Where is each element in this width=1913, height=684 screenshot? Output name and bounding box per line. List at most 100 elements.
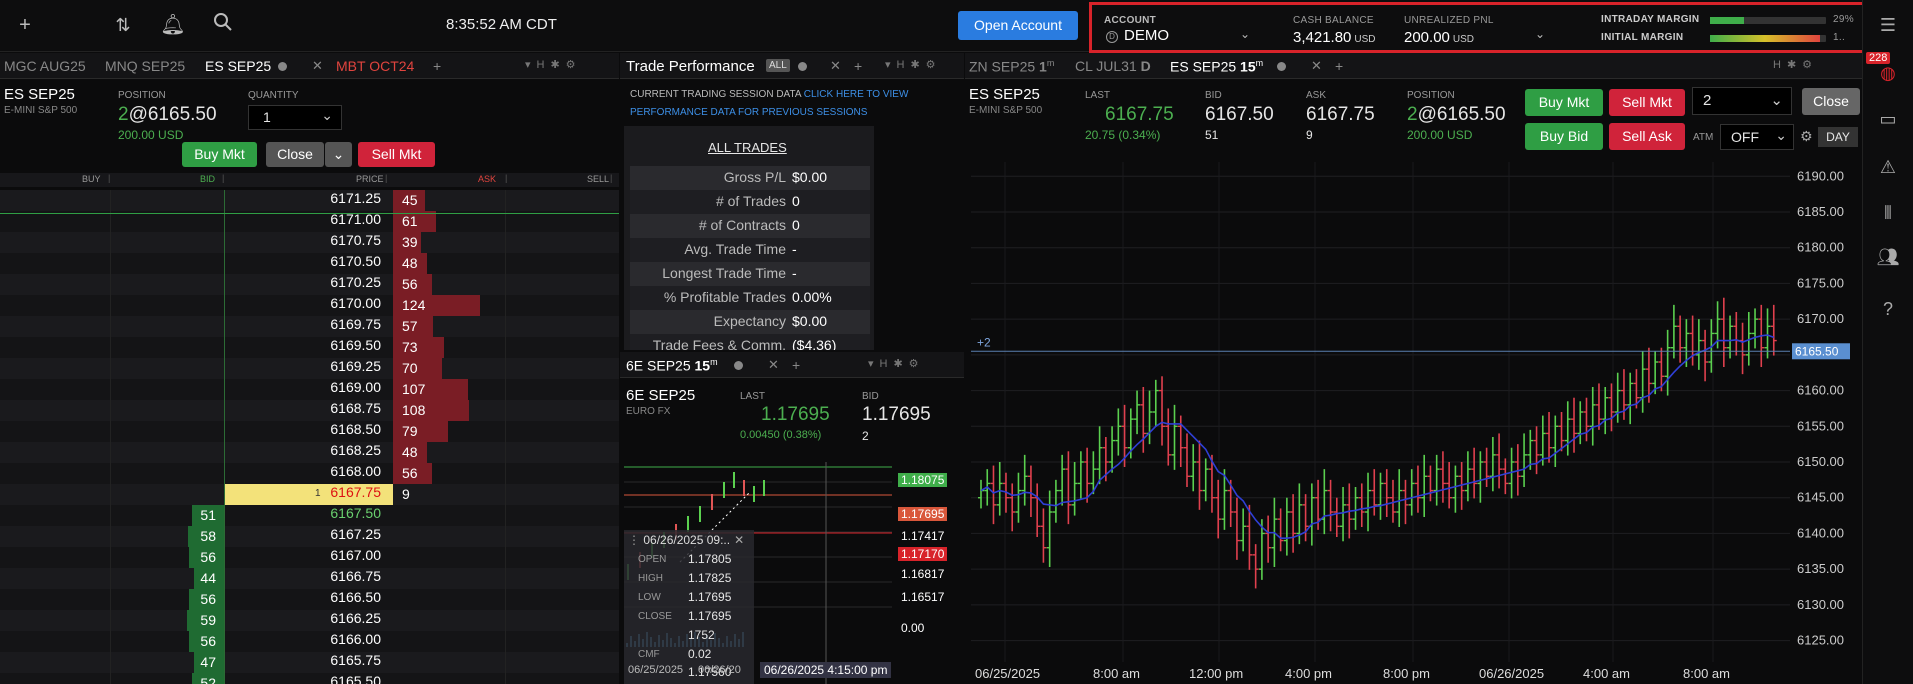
bid-size-cell: 59 [187,610,224,631]
bid-size-cell: 51 [192,505,224,526]
ask-size-cell: 73 [393,337,445,358]
ladder-row[interactable]: 56 6167.00 [0,547,619,568]
atm-select[interactable]: OFF ⌄ [1720,124,1794,150]
stat-label: Longest Trade Time [662,265,786,281]
ladder-price: 6170.75 [330,232,381,248]
stat-row: Trade Fees & Comm. ($4.36) [630,334,870,350]
ladder-row[interactable]: 1 9 6167.75 [0,484,619,505]
price-tag: 1.16817 [901,567,945,581]
ladder-price: 6167.50 [330,505,381,521]
price-ladder[interactable]: 45 6171.25 61 6171.00 39 6170.75 48 6170.50 56 61… [0,190,619,684]
ladder-row[interactable]: 61 6171.00 [0,211,619,232]
buy-mkt-button[interactable]: Buy Mkt [1525,89,1603,116]
sell-mkt-button[interactable]: Sell Mkt [358,142,435,167]
ladder-row[interactable]: 51 6167.50 [0,505,619,526]
cash-balance: 3,421.80 USD [1293,29,1376,46]
tab-tools-icon[interactable]: ▾H✱⚙ [885,58,942,71]
tab-tools-icon[interactable]: ▾H✱⚙ [868,357,925,370]
close-icon[interactable]: ✕ [830,58,841,74]
day-tif-button[interactable]: DAY [1818,127,1858,147]
account-value[interactable]: DEMO [1124,27,1169,44]
ladder-row[interactable]: 59 6166.25 [0,610,619,631]
y-tick-label: 6135.00 [1797,561,1844,576]
add-tab-icon[interactable]: + [854,58,862,74]
all-badge[interactable]: ALL [766,59,790,72]
tab-tools-icon[interactable]: H✱⚙ [1773,58,1818,71]
x-tick-label: 12:00 pm [1189,666,1243,681]
search-icon[interactable] [210,12,236,38]
tab-6e-sep25[interactable]: 6E SEP25 15m [626,357,718,374]
buy-mkt-button[interactable]: Buy Mkt [182,142,257,167]
close-dropdown-chevron-icon[interactable]: ⌄ [325,142,352,167]
ladder-row[interactable]: 56 6166.50 [0,589,619,610]
add-tab-icon[interactable]: + [1335,58,1343,74]
ladder-row[interactable]: 57 6169.75 [0,316,619,337]
ladder-row[interactable]: 108 6168.75 [0,400,619,421]
quantity-input[interactable]: 1 ⌄ [248,105,342,130]
sell-mkt-button[interactable]: Sell Mkt [1609,89,1685,116]
dom-tabs: MGC AUG25 MNQ SEP25 ES SEP25 ✕ MBT OCT24… [0,53,619,79]
sliders-icon[interactable]: ☰ [1875,12,1901,38]
cmf-value: 0.02 [688,647,712,661]
ohlc-tooltip: ⋮ 06/26/2025 09:.. ✕ OPEN 1.17805 HIGH 1.17… [624,530,754,684]
bid-size-cell: 58 [188,526,224,547]
price-tag: 0.00 [901,621,925,635]
ladder-row[interactable]: 48 6170.50 [0,253,619,274]
tab-cl-jul31[interactable]: CL JUL31 D [1075,58,1151,74]
ladder-row[interactable]: 124 6170.00 [0,295,619,316]
ladder-row[interactable]: 79 6168.50 [0,421,619,442]
tab-zn-sep25[interactable]: ZN SEP25 1m [969,58,1054,75]
gear-icon[interactable]: ⚙ [1800,128,1813,145]
tab-trade-performance[interactable]: Trade Performance [626,58,755,75]
add-tab-icon[interactable]: + [792,357,800,373]
main-price-chart[interactable]: 6190.00 6185.00 6180.00 6175.00 6170.00 6165.… [965,162,1862,684]
tab-mbt-oct24[interactable]: MBT OCT24 [336,58,414,74]
ladder-row[interactable]: 73 6169.50 [0,337,619,358]
bell-icon[interactable]: 🔔︎ [160,12,186,38]
bid-size-cell: 56 [189,589,224,610]
ladder-row[interactable]: 44 6166.75 [0,568,619,589]
mini-x-label: 06/26/20 [698,664,741,676]
chevron-down-icon[interactable]: ⌄ [1535,27,1545,41]
tab-mnq-sep25[interactable]: MNQ SEP25 [105,58,185,74]
tab-tools-icon[interactable]: ▾H✱⚙ [525,58,582,71]
ladder-row[interactable]: 48 6168.25 [0,442,619,463]
ladder-row[interactable]: 58 6167.25 [0,526,619,547]
users-icon[interactable]: 👥︎ [1875,244,1901,270]
bars-icon[interactable]: ⦀ [1875,200,1901,226]
y-tick-label: 6150.00 [1797,454,1844,469]
add-tab-icon[interactable]: + [433,58,441,74]
ladder-row[interactable]: 45 6171.25 [0,190,619,211]
right-sidebar: ☰ ◍ ▭ ⚠ ⦀ 👥︎ ? [1862,0,1913,684]
close-button[interactable]: Close [266,142,324,167]
last-change: 20.75 (0.34%) [1085,128,1161,142]
ladder-row[interactable]: 47 6165.75 [0,652,619,673]
tab-es-sep25-chart[interactable]: ES SEP25 15m [1170,58,1263,75]
close-icon[interactable]: ✕ [1311,58,1322,74]
close-position-button[interactable]: Close [1802,88,1860,115]
ladder-row[interactable]: 107 6169.00 [0,379,619,400]
mini-bid: 1.17695 [862,404,931,425]
close-icon[interactable]: ✕ [768,357,779,373]
ladder-row[interactable]: 39 6170.75 [0,232,619,253]
help-icon[interactable]: ? [1875,296,1901,322]
chevron-down-icon[interactable]: ⌄ [1240,27,1250,41]
ladder-row[interactable]: 70 6169.25 [0,358,619,379]
close-icon[interactable]: ✕ [312,58,323,74]
ladder-row[interactable]: 52 6165.50 [0,673,619,684]
order-qty-input[interactable]: 2 ⌄ [1692,87,1792,115]
ladder-row[interactable]: 56 6166.00 [0,631,619,652]
tab-es-sep25[interactable]: ES SEP25 [205,58,271,74]
open-account-button[interactable]: Open Account [958,11,1078,40]
warning-icon[interactable]: ⚠ [1875,154,1901,180]
ask-size-cell: 45 [393,190,425,211]
sort-arrows-icon[interactable]: ⇅ [110,12,136,38]
ladder-row[interactable]: 56 6168.00 [0,463,619,484]
y-tick-label: 6125.00 [1797,633,1844,648]
add-icon[interactable]: + [12,12,38,38]
tab-mgc-aug25[interactable]: MGC AUG25 [4,58,86,74]
chat-icon[interactable]: ▭ [1875,106,1901,132]
ladder-row[interactable]: 56 6170.25 [0,274,619,295]
sell-ask-button[interactable]: Sell Ask [1609,123,1685,150]
buy-bid-button[interactable]: Buy Bid [1525,123,1603,150]
